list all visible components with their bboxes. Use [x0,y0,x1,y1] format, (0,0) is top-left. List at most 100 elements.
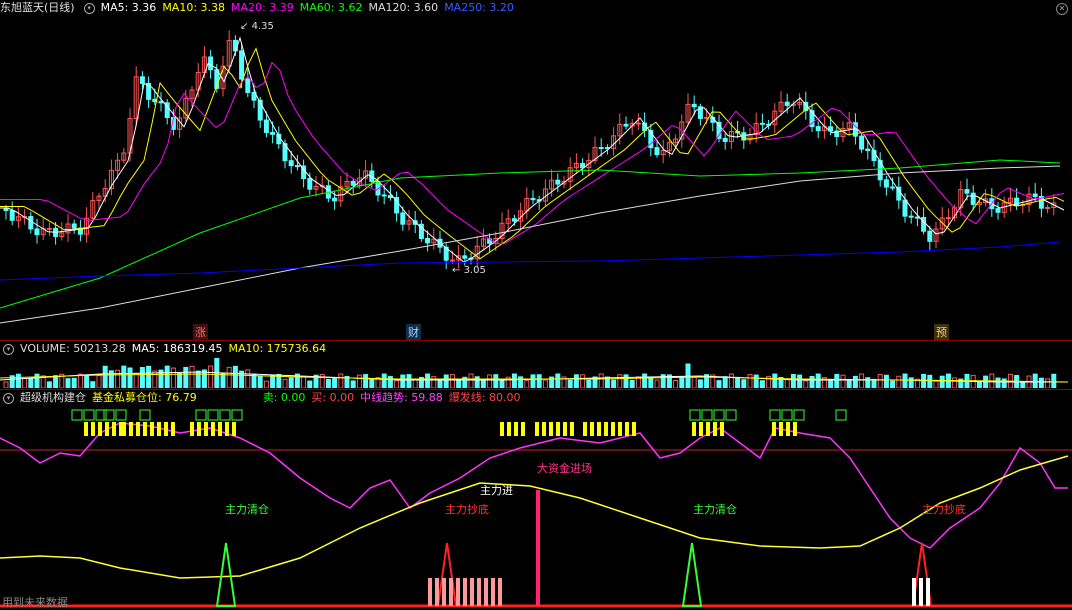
volume-bar [511,373,517,388]
clear-spike [681,542,703,607]
signal-block [563,422,567,436]
volume-bar [226,366,232,388]
volume-bar [493,374,499,388]
signal-block [618,422,622,436]
signal-square [701,409,713,421]
candle-body [995,208,1001,213]
candle-body [691,103,697,108]
signal-square [115,409,127,421]
signal-block [556,422,560,436]
volume-bar [164,365,170,388]
signal-block [164,422,168,436]
candle-body [1045,206,1051,209]
label-bigfund: 大资金进场 [537,462,592,475]
volume-bar [728,373,734,388]
low-label: ← 3.05 [452,265,486,276]
ma250-line [0,241,1061,281]
volume-bar [524,379,530,388]
volume-bar [77,373,83,388]
marker-zhang[interactable]: 涨 [193,324,208,340]
signal-block [225,422,229,436]
volume-bar [71,377,77,388]
candle-body [332,197,338,202]
sell-label: 卖: 0.00 [262,391,306,404]
signal-square [207,409,219,421]
volume-bar [325,378,331,388]
volume-bar [1045,378,1051,388]
indicator-title: 超级机构建仓 [20,391,86,404]
settings-icon[interactable]: ▾ [3,343,14,355]
candle-body [34,228,40,236]
signal-block [514,422,518,436]
volume-bar [611,379,617,388]
volume-bar [425,373,431,388]
candle-body [927,230,933,242]
candle-body [759,122,765,125]
volume-bar [270,374,276,388]
volume-bar [387,376,393,388]
trend-line [0,422,1068,549]
candle-body [307,178,313,190]
candle-body [239,50,245,80]
volume-bar [65,378,71,388]
ma60-line [0,159,1061,309]
signal-block [129,422,133,436]
signal-block [570,422,574,436]
bigfund-bar [536,490,540,606]
white-block [912,578,916,606]
volume-bar [939,375,945,388]
candle-body [555,179,561,185]
candle-body [28,216,34,230]
volume-bar [834,373,840,388]
volume-bar [431,376,437,388]
volume-bar [84,375,90,388]
volume-bar [933,380,939,388]
volume-chart [0,358,1069,388]
volume-bar [586,379,592,388]
signal-block [611,422,615,436]
price-header: 东旭蓝天(日线) ▾ MA5: 3.36 MA10: 3.38 MA20: 3.39 MA… [0,0,520,16]
label-clear2: 主力清仓 [693,503,737,516]
volume-bar [642,373,648,388]
volume-bar [338,373,344,388]
candle-body [400,212,406,225]
volume-bar [673,379,679,388]
signal-block [204,422,208,436]
candle-body [350,180,356,186]
trend-label: 中线趋势: 59.88 [360,391,443,404]
marker-cai[interactable]: 财 [406,324,421,340]
candle-body [902,199,908,217]
buy-label: 买: 0.00 [311,391,355,404]
volume-bar [828,378,834,388]
volume-bar [369,379,375,388]
label-clear1: 主力清仓 [225,503,269,516]
volume-bar [356,374,362,388]
signal-block [535,422,539,436]
candle-body [288,160,294,167]
vol-ma10-label: MA10: 175736.64 [228,342,327,355]
volume-bar [691,376,697,388]
candle-body [623,123,629,127]
volume-bar [797,374,803,388]
signal-block [793,422,797,436]
candle-body [654,147,660,156]
volume-bar [15,373,21,388]
signal-square [781,409,793,421]
pink-block [477,578,481,606]
candle-body [294,165,300,168]
fund-label: 基金私募仓位: 76.79 [92,391,197,404]
volume-bar [499,379,505,388]
marker-yu[interactable]: 预 [934,324,949,340]
close-icon[interactable]: ✕ [1056,3,1068,15]
settings-icon[interactable]: ▾ [83,2,95,14]
signal-block [632,422,636,436]
volume-bar [350,380,356,388]
volume-bar [859,373,865,388]
volume-bar [753,374,759,388]
settings-icon[interactable]: ▾ [3,392,14,404]
pink-block [470,578,474,606]
label-bottom2: 主力抄底 [922,503,966,516]
signal-block [786,422,790,436]
volume-bar [121,365,127,388]
volume-bar [53,375,59,388]
